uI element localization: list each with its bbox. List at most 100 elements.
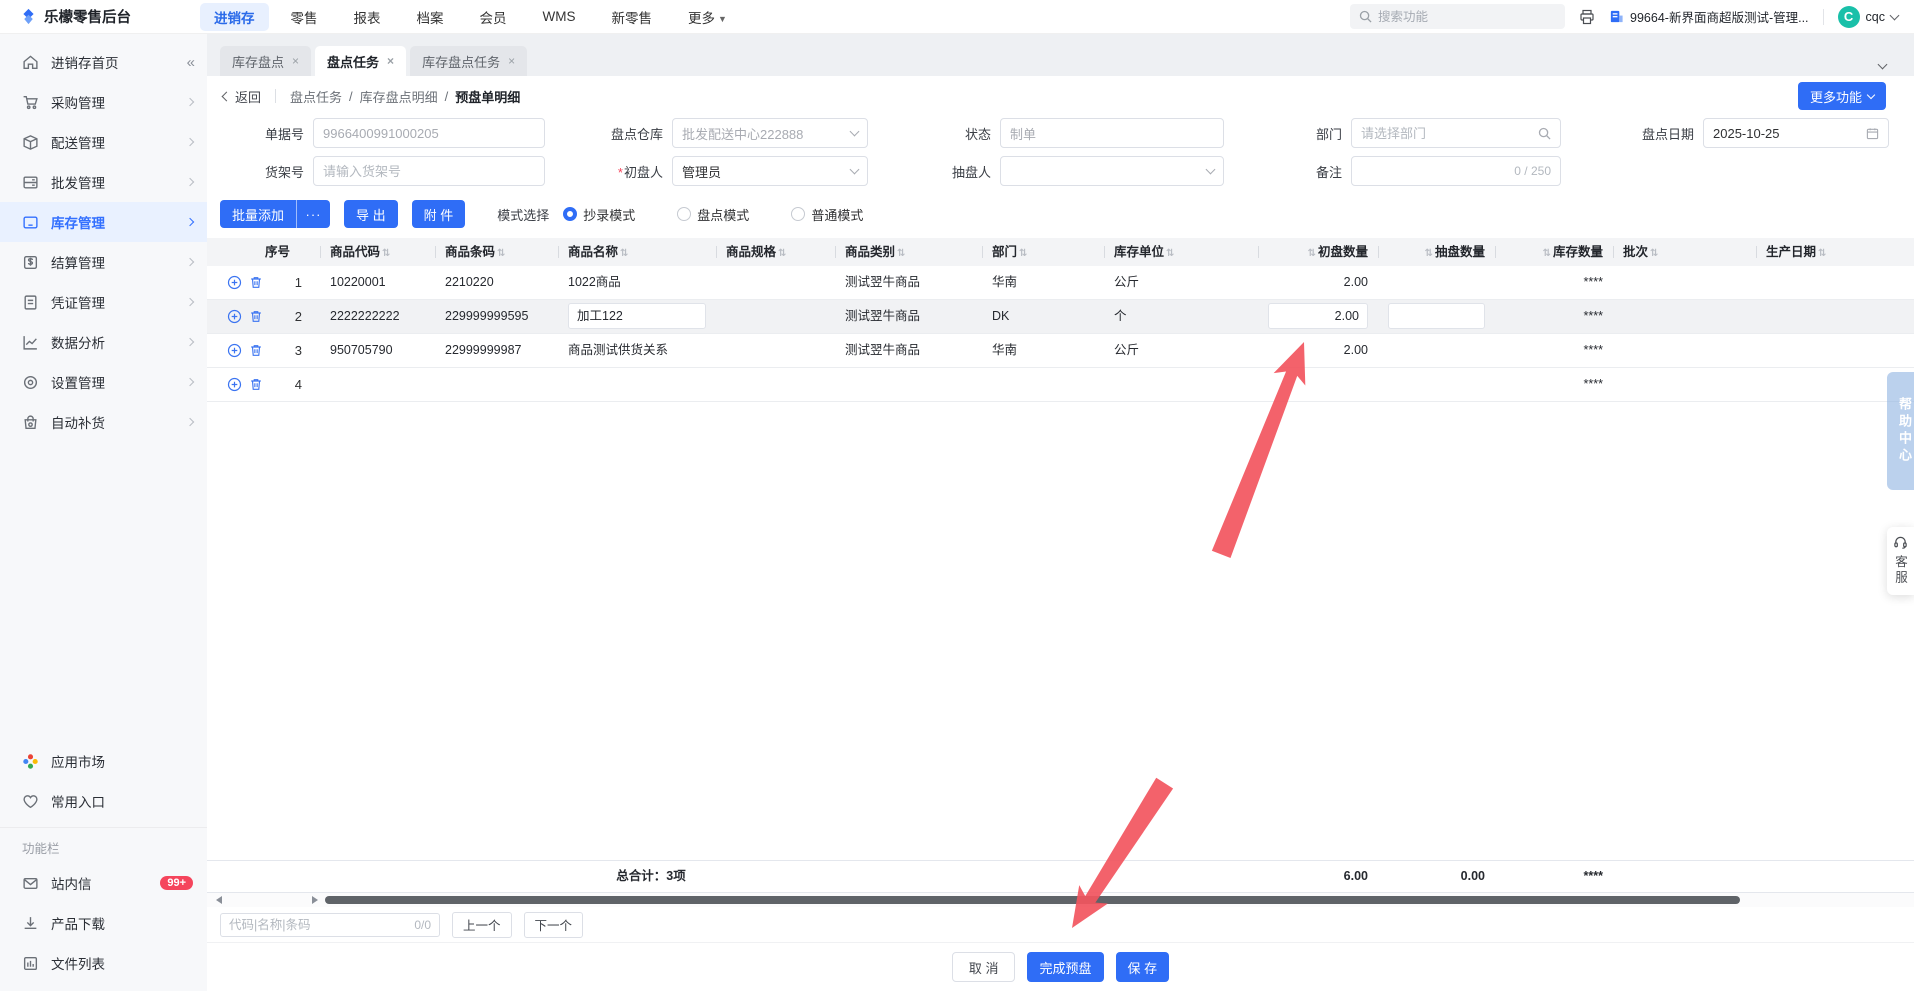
quick-find-field[interactable]: 0/0: [220, 912, 440, 937]
col-stock-qty[interactable]: ⇅ 库存数量: [1495, 238, 1613, 266]
cell-first-qty[interactable]: 2.00: [1258, 266, 1378, 299]
radio-count-mode[interactable]: 盘点模式: [677, 205, 749, 224]
sort-icon[interactable]: ⇅: [1818, 248, 1826, 259]
close-icon[interactable]: ×: [508, 54, 515, 68]
export-button[interactable]: 导 出: [344, 200, 398, 228]
finish-precount-button[interactable]: 完成预盘: [1027, 952, 1104, 982]
sort-icon[interactable]: ⇅: [1308, 248, 1316, 259]
col-first-qty[interactable]: ⇅ 初盘数量: [1258, 238, 1378, 266]
col-spec[interactable]: 商品规格 ⇅: [716, 238, 835, 266]
app-logo[interactable]: 乐檬零售后台: [0, 6, 200, 27]
col-prod-date[interactable]: 生产日期 ⇅: [1756, 238, 1914, 266]
user-menu[interactable]: C cqc: [1837, 5, 1900, 28]
col-dept[interactable]: 部门 ⇅: [982, 238, 1104, 266]
print-icon[interactable]: [1579, 9, 1595, 25]
close-icon[interactable]: ×: [292, 54, 299, 68]
cell-first-qty[interactable]: [1258, 368, 1378, 401]
sidebar-item-voucher[interactable]: 凭证管理: [0, 282, 207, 322]
col-code[interactable]: 商品代码 ⇅: [320, 238, 435, 266]
more-functions-button[interactable]: 更多功能: [1797, 82, 1886, 110]
breadcrumb-item[interactable]: 盘点任务: [290, 87, 342, 106]
nav-item-baobiao[interactable]: 报表: [340, 3, 395, 31]
remark-input[interactable]: [1361, 163, 1515, 179]
sort-icon[interactable]: ⇅: [778, 248, 786, 259]
dept-field[interactable]: [1351, 118, 1561, 148]
sidebar-item-wholesale[interactable]: 批发管理: [0, 162, 207, 202]
sort-icon[interactable]: ⇅: [382, 248, 390, 259]
attachment-button[interactable]: 附 件: [411, 200, 466, 228]
table-row[interactable]: 3 950705790 22999999987 商品测试供货关系 测试翌牛商品 …: [207, 334, 1914, 368]
tabbar-collapse-icon[interactable]: [1877, 59, 1888, 70]
nav-item-dangan[interactable]: 档案: [403, 3, 458, 31]
cell-first-qty[interactable]: 2.00: [1258, 334, 1378, 367]
breadcrumb-item[interactable]: 库存盘点明细: [360, 87, 438, 106]
nav-item-more[interactable]: 更多 ▼: [674, 3, 741, 31]
remark-field[interactable]: 0 / 250: [1351, 156, 1561, 186]
scrollbar-thumb[interactable]: [325, 896, 1740, 904]
name-edit-input[interactable]: 加工122: [568, 303, 706, 329]
warehouse-select[interactable]: 批发配送中心222888: [672, 118, 868, 148]
batch-add-button[interactable]: 批量添加: [220, 200, 297, 228]
close-icon[interactable]: ×: [387, 54, 394, 68]
nav-item-huiyuan[interactable]: 会员: [466, 3, 521, 31]
sidebar-item-app-market[interactable]: 应用市场: [0, 741, 207, 781]
sidebar-item-favorites[interactable]: 常用入口: [0, 781, 207, 821]
col-unit[interactable]: 库存单位 ⇅: [1104, 238, 1258, 266]
cell-sample-qty[interactable]: [1378, 368, 1495, 401]
nav-item-lingshou[interactable]: 零售: [277, 3, 332, 31]
col-sample-qty[interactable]: ⇅ 抽盘数量: [1378, 238, 1495, 266]
add-row-icon[interactable]: [227, 309, 242, 324]
shelf-field[interactable]: [313, 156, 545, 186]
radio-copy-mode[interactable]: 抄录模式: [563, 205, 635, 224]
quick-find-input[interactable]: [229, 917, 415, 932]
table-row[interactable]: 4 ****: [207, 368, 1914, 402]
global-search[interactable]: [1350, 4, 1566, 29]
delete-row-icon[interactable]: [249, 275, 263, 290]
col-category[interactable]: 商品类别 ⇅: [835, 238, 982, 266]
add-row-icon[interactable]: [227, 377, 242, 392]
add-row-icon[interactable]: [227, 275, 242, 290]
date-field[interactable]: [1703, 118, 1889, 148]
sidebar-item-downloads[interactable]: 产品下载: [0, 903, 207, 943]
shelf-input[interactable]: [323, 163, 535, 179]
batch-add-more-button[interactable]: ···: [296, 200, 331, 228]
scroll-left-arrow[interactable]: [216, 896, 222, 904]
scroll-right-arrow[interactable]: [312, 896, 318, 904]
col-name[interactable]: 商品名称 ⇅: [558, 238, 716, 266]
nav-item-jinxiaocun[interactable]: 进销存: [200, 2, 269, 31]
sidebar-item-purchase[interactable]: 采购管理: [0, 82, 207, 122]
sidebar-item-messages[interactable]: 站内信 99+: [0, 863, 207, 903]
next-button[interactable]: 下一个: [523, 911, 584, 938]
sidebar-item-analytics[interactable]: 数据分析: [0, 322, 207, 362]
tab-count-task[interactable]: 盘点任务 ×: [315, 46, 407, 76]
date-input[interactable]: [1713, 125, 1860, 141]
col-seq[interactable]: 序号: [207, 238, 320, 266]
cell-sample-qty[interactable]: [1378, 334, 1495, 367]
first-counter-select[interactable]: 管理员: [672, 156, 868, 186]
back-button[interactable]: 返回: [221, 87, 261, 106]
sort-icon[interactable]: ⇅: [1425, 248, 1433, 259]
sort-icon[interactable]: ⇅: [1543, 248, 1551, 259]
first-qty-edit-input[interactable]: 2.00: [1268, 303, 1368, 329]
sort-icon[interactable]: ⇅: [1019, 248, 1027, 259]
tab-inventory-count-task[interactable]: 库存盘点任务 ×: [410, 46, 528, 76]
sidebar-item-delivery[interactable]: 配送管理: [0, 122, 207, 162]
sample-qty-edit-input[interactable]: [1388, 303, 1485, 329]
sort-icon[interactable]: ⇅: [620, 248, 628, 259]
sidebar-item-settings[interactable]: 设置管理: [0, 362, 207, 402]
tab-inventory-count[interactable]: 库存盘点 ×: [220, 46, 312, 76]
col-barcode[interactable]: 商品条码 ⇅: [435, 238, 558, 266]
sort-icon[interactable]: ⇅: [1650, 248, 1658, 259]
save-button[interactable]: 保 存: [1115, 952, 1170, 982]
sidebar-item-replenish[interactable]: 自动补货: [0, 402, 207, 442]
sort-icon[interactable]: ⇅: [1166, 248, 1174, 259]
sort-icon[interactable]: ⇅: [497, 248, 505, 259]
sidebar-item-inventory[interactable]: 库存管理: [0, 202, 207, 242]
delete-row-icon[interactable]: [249, 343, 263, 358]
company-switcher[interactable]: 99664-新界面商超版测试-管理...: [1609, 7, 1809, 26]
col-batch[interactable]: 批次 ⇅: [1613, 238, 1756, 266]
radio-normal-mode[interactable]: 普通模式: [791, 205, 863, 224]
help-center-widget[interactable]: 帮助中心: [1887, 372, 1914, 490]
collapse-sidebar-icon[interactable]: «: [187, 54, 195, 71]
dept-input[interactable]: [1361, 125, 1532, 141]
